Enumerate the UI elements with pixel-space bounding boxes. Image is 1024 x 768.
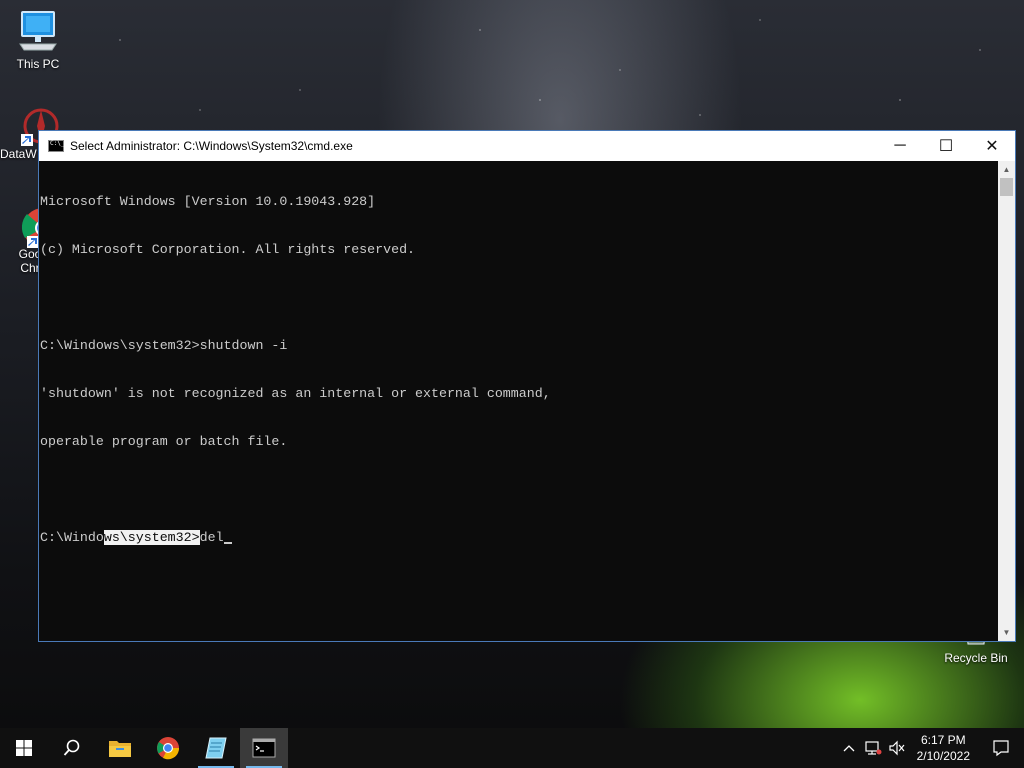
command-input[interactable]: del <box>200 530 224 545</box>
taskbar: 6:17 PM 2/10/2022 <box>0 728 1024 768</box>
console-line: C:\Windows\system32>shutdown -i <box>40 338 288 353</box>
console-line: 'shutdown' is not recognized as an inter… <box>40 386 551 401</box>
console-line: Microsoft Windows [Version 10.0.19043.92… <box>40 194 376 209</box>
desktop-icon-label: This PC <box>16 57 60 71</box>
taskbar-notepad[interactable] <box>192 728 240 768</box>
text-cursor <box>223 542 232 544</box>
volume-muted-icon[interactable] <box>885 740 909 756</box>
cmd-icon <box>252 738 276 758</box>
console-line: operable program or batch file. <box>40 434 288 449</box>
notepad-icon <box>205 737 227 759</box>
console-output[interactable]: Microsoft Windows [Version 10.0.19043.92… <box>39 161 998 641</box>
system-tray: 6:17 PM 2/10/2022 <box>837 728 1024 768</box>
prompt-path: C:\Windo <box>40 530 104 545</box>
file-explorer-icon <box>109 741 131 757</box>
scroll-up-icon[interactable]: ▲ <box>998 161 1015 178</box>
search-button[interactable] <box>48 728 96 768</box>
network-icon[interactable] <box>861 740 885 756</box>
cmd-window[interactable]: Select Administrator: C:\Windows\System3… <box>38 130 1016 642</box>
desktop-icon-this-pc[interactable]: This PC <box>6 10 70 71</box>
prompt-line[interactable]: C:\Windows\system32>del <box>40 530 998 546</box>
maximize-button[interactable]: ☐ <box>923 131 969 161</box>
console-line: (c) Microsoft Corporation. All rights re… <box>40 242 416 257</box>
scroll-down-icon[interactable]: ▼ <box>998 624 1015 641</box>
taskbar-cmd[interactable] <box>240 728 288 768</box>
start-button[interactable] <box>0 728 48 768</box>
chrome-icon <box>157 737 180 760</box>
chevron-up-icon[interactable] <box>837 744 861 752</box>
computer-icon <box>19 11 57 51</box>
scroll-thumb[interactable] <box>1000 178 1013 196</box>
minimize-button[interactable]: ─ <box>877 131 923 161</box>
taskbar-file-explorer[interactable] <box>96 728 144 768</box>
vertical-scrollbar[interactable]: ▲ ▼ <box>998 161 1015 641</box>
clock-time: 6:17 PM <box>920 733 966 747</box>
cmd-icon <box>48 140 64 152</box>
taskbar-chrome[interactable] <box>144 728 192 768</box>
title-bar[interactable]: Select Administrator: C:\Windows\System3… <box>39 131 1015 161</box>
action-center-button[interactable] <box>978 739 1024 757</box>
notification-icon <box>993 740 1009 757</box>
search-icon <box>63 739 80 756</box>
selected-text: ws\system32> <box>103 530 200 545</box>
clock-date: 2/10/2022 <box>916 749 970 763</box>
desktop-icon-label: Recycle Bin <box>944 651 1008 665</box>
windows-start-icon <box>16 740 32 756</box>
close-button[interactable]: ✕ <box>969 131 1015 161</box>
taskbar-clock[interactable]: 6:17 PM 2/10/2022 <box>909 732 978 764</box>
window-title: Select Administrator: C:\Windows\System3… <box>70 139 353 153</box>
